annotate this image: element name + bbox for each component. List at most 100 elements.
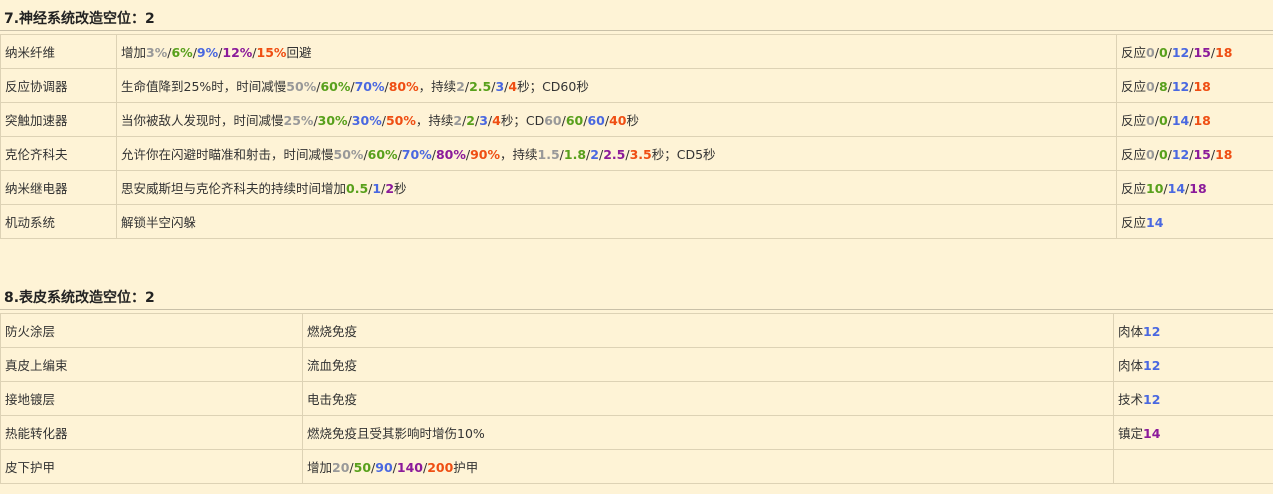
table-row: 防火涂层燃烧免疫 肉体12 (1, 314, 1273, 348)
tier-value: 18 (1193, 79, 1210, 94)
tier-value: 0 (1159, 45, 1168, 60)
table-row: 接地镀层电击免疫技术12 (1, 382, 1273, 416)
mod-requirement: 反应0/0/14/18 (1117, 103, 1273, 137)
text-fragment: 反应 (1121, 113, 1146, 128)
text-fragment: 增加 (307, 460, 332, 475)
tier-value: 50% (334, 147, 364, 162)
section-skin-system: 8.表皮系统改造空位：2 防火涂层燃烧免疫肉体12真皮上编束流血免疫肉体12接地… (0, 287, 1273, 484)
tier-value: 200 (427, 460, 453, 475)
mod-requirement: 反应0/0/12/15/18 (1117, 137, 1273, 171)
tier-value: 60 (566, 113, 583, 128)
tier-value: 0 (1146, 147, 1155, 162)
text-fragment: 秒 (394, 181, 407, 196)
mod-description: 燃烧免疫且受其影响时增伤10% (303, 416, 1114, 450)
text-fragment: 燃烧免疫 (307, 324, 357, 339)
mod-requirement: 肉体12 (1114, 348, 1273, 382)
text-fragment: 秒；CD (501, 113, 544, 128)
tier-value: 3.5 (630, 147, 652, 162)
tier-value: 50 (354, 460, 371, 475)
tier-value: 14 (1146, 215, 1163, 230)
text-fragment: 镇定 (1118, 426, 1143, 441)
mod-name: 反应协调器 (1, 69, 117, 103)
tier-value: 2.5 (603, 147, 625, 162)
mods-table: 纳米纤维增加3%/6%/9%/12%/15%回避反应0/0/12/15/18反应… (0, 34, 1273, 239)
tier-value: 50% (286, 79, 316, 94)
table-row: 皮下护甲增加20/50/90/140/200护甲 (1, 450, 1273, 484)
text-fragment: 增加 (121, 45, 146, 60)
tier-value: 15 (1193, 45, 1210, 60)
tier-value: 1.8 (564, 147, 586, 162)
mod-description: 增加20/50/90/140/200护甲 (303, 450, 1114, 484)
tier-value: 3 (479, 113, 488, 128)
text-fragment: 反应 (1121, 215, 1146, 230)
mods-table: 防火涂层燃烧免疫肉体12真皮上编束流血免疫肉体12接地镀层电击免疫技术12热能转… (0, 313, 1273, 484)
text-fragment: ，持续 (416, 113, 454, 128)
mod-description: 当你被敌人发现时，时间减慢25%/30%/30%/50%，持续2/2/3/4秒；… (117, 103, 1117, 137)
tier-value: 2 (453, 113, 462, 128)
tier-value: 18 (1215, 147, 1232, 162)
mod-description: 生命值降到25%时，时间减慢50%/60%/70%/80%，持续2/2.5/3/… (117, 69, 1117, 103)
tier-value: 0.5 (346, 181, 368, 196)
tier-value: 12 (1143, 358, 1160, 373)
table-row: 机动系统解锁半空闪躲反应14 (1, 205, 1273, 239)
text-fragment: 反应 (1121, 147, 1146, 162)
tier-value: 20 (332, 460, 349, 475)
tier-value: 70% (355, 79, 385, 94)
mod-description: 流血免疫 (303, 348, 1114, 382)
mod-name: 防火涂层 (1, 314, 303, 348)
mod-requirement: 反应0/8/12/18 (1117, 69, 1273, 103)
tier-value: 80% (389, 79, 419, 94)
tier-value: 15 (1193, 147, 1210, 162)
tier-value: 2 (590, 147, 599, 162)
tier-value: 60% (368, 147, 398, 162)
mod-requirement: 技术12 (1114, 382, 1273, 416)
mod-name: 热能转化器 (1, 416, 303, 450)
mods-table-body: 防火涂层燃烧免疫肉体12真皮上编束流血免疫肉体12接地镀层电击免疫技术12热能转… (1, 314, 1273, 484)
mod-name: 机动系统 (1, 205, 117, 239)
tier-value: 90% (470, 147, 500, 162)
mod-requirement: 反应0/0/12/15/18 (1117, 35, 1273, 69)
table-row: 纳米纤维增加3%/6%/9%/12%/15%回避反应0/0/12/15/18 (1, 35, 1273, 69)
tier-value: 1 (372, 181, 381, 196)
table-row: 热能转化器燃烧免疫且受其影响时增伤10%镇定14 (1, 416, 1273, 450)
table-row: 突触加速器当你被敌人发现时，时间减慢25%/30%/30%/50%，持续2/2/… (1, 103, 1273, 137)
text-fragment: 技术 (1118, 392, 1143, 407)
tier-value: 12 (1172, 79, 1189, 94)
mod-name: 纳米继电器 (1, 171, 117, 205)
table-row: 真皮上编束流血免疫肉体12 (1, 348, 1273, 382)
tier-value: 80% (436, 147, 466, 162)
mod-name: 纳米纤维 (1, 35, 117, 69)
tier-value: 2 (385, 181, 394, 196)
mod-name: 接地镀层 (1, 382, 303, 416)
text-fragment: 秒 (626, 113, 639, 128)
text-fragment: 肉体 (1118, 358, 1143, 373)
tier-value: 70% (402, 147, 432, 162)
mod-description: 思安威斯坦与克伦齐科夫的持续时间增加0.5/1/2秒 (117, 171, 1117, 205)
tier-value: 0 (1146, 113, 1155, 128)
text-fragment: 秒；CD60秒 (517, 79, 589, 94)
tier-value: 90 (375, 460, 392, 475)
mod-requirement: 肉体12 (1114, 314, 1273, 348)
tier-value: 0 (1159, 113, 1168, 128)
tier-value: 0 (1146, 45, 1155, 60)
tier-value: 30% (318, 113, 348, 128)
tier-value: 12% (222, 45, 252, 60)
tier-value: 60 (544, 113, 561, 128)
tier-value: 18 (1193, 113, 1210, 128)
tier-value: 15% (257, 45, 287, 60)
table-row: 反应协调器生命值降到25%时，时间减慢50%/60%/70%/80%，持续2/2… (1, 69, 1273, 103)
text-fragment: ，持续 (419, 79, 457, 94)
tier-value: 12 (1172, 45, 1189, 60)
mod-requirement: 镇定14 (1114, 416, 1273, 450)
text-fragment: ，持续 (500, 147, 538, 162)
section-title: 7.神经系统改造空位：2 (0, 8, 1273, 31)
text-fragment: 流血免疫 (307, 358, 357, 373)
mod-name: 突触加速器 (1, 103, 117, 137)
text-fragment: 生命值降到25%时，时间减慢 (121, 79, 286, 94)
text-fragment: 反应 (1121, 79, 1146, 94)
table-row: 克伦齐科夫允许你在闪避时瞄准和射击，时间减慢50%/60%/70%/80%/90… (1, 137, 1273, 171)
mod-name: 克伦齐科夫 (1, 137, 117, 171)
mod-description: 电击免疫 (303, 382, 1114, 416)
text-fragment: 秒；CD5秒 (652, 147, 716, 162)
tier-value: 8 (1159, 79, 1168, 94)
